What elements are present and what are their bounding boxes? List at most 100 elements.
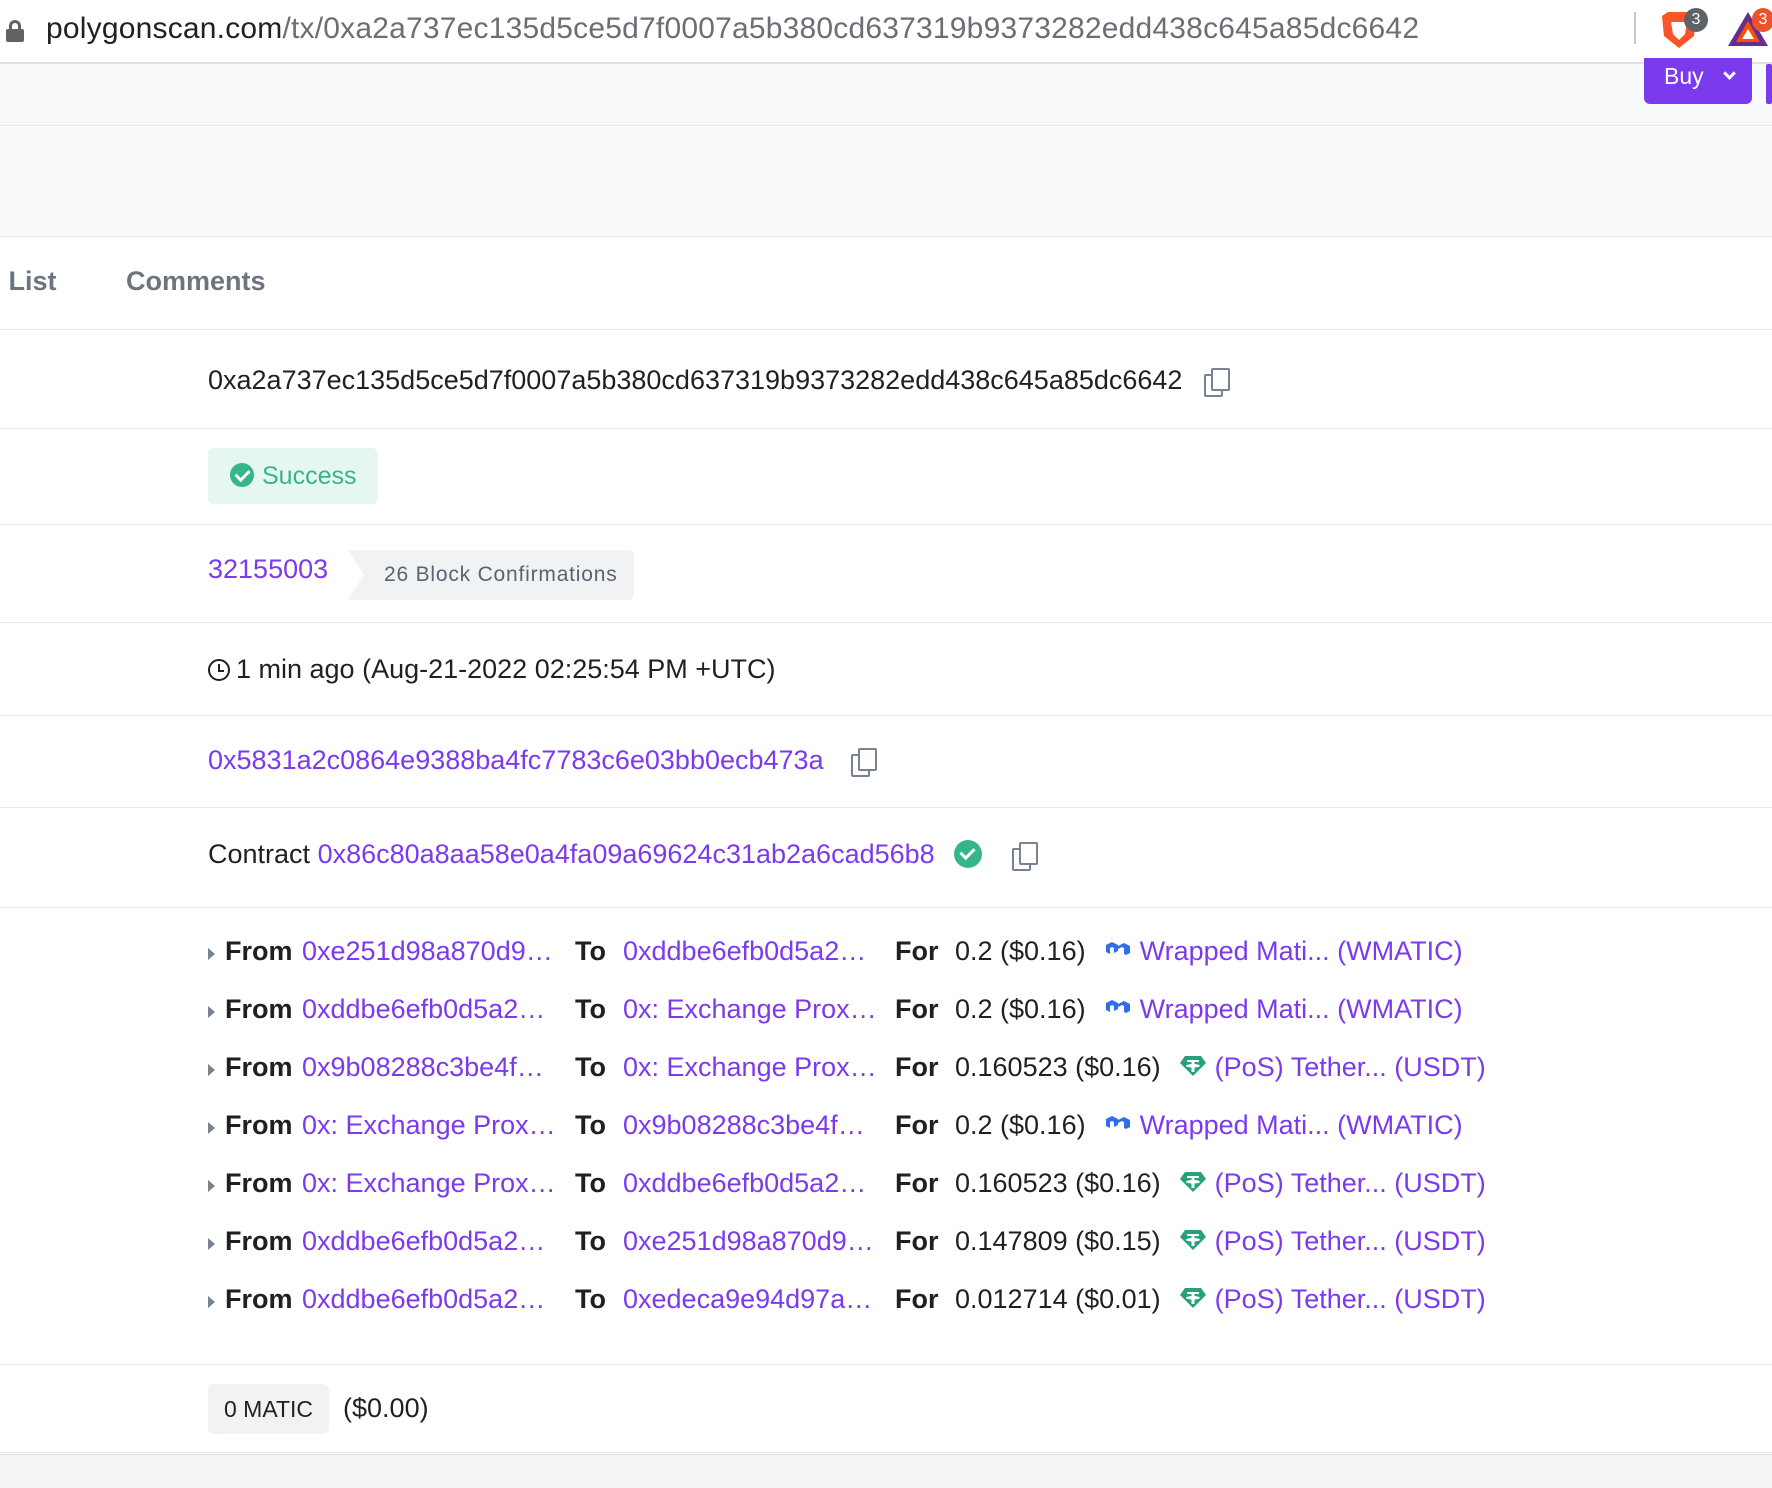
- transfer-amount-group: 0.2 ($0.16) Wrapped Mati... (WMATIC): [955, 1110, 1463, 1141]
- transfer-from-label: From: [225, 1052, 293, 1082]
- caret-right-icon[interactable]: [208, 948, 215, 960]
- caret-right-icon[interactable]: [208, 1238, 215, 1250]
- polygon-icon: [1104, 995, 1132, 1017]
- caret-right-icon[interactable]: [208, 1180, 215, 1192]
- transfer-for-label: For: [895, 1052, 939, 1082]
- timestamp-text: 1 min ago (Aug-21-2022 02:25:54 PM +UTC): [236, 654, 776, 684]
- status-text: Success: [262, 462, 357, 490]
- transfer-amount-group: 0.160523 ($0.16) (PoS) Tether... (USDT): [955, 1052, 1486, 1083]
- transfer-from-link[interactable]: 0x9b08288c3be4f…: [302, 1052, 544, 1083]
- transfer-token-link[interactable]: (PoS) Tether... (USDT): [1215, 1052, 1486, 1082]
- transfer-to-link[interactable]: 0xddbe6efb0d5a2…: [623, 1168, 866, 1199]
- transfer-amount: 0.160523 ($0.16): [955, 1052, 1161, 1082]
- value-row: 0 MATIC ($0.00): [0, 1366, 1772, 1453]
- site-header: [0, 64, 1772, 126]
- copy-icon[interactable]: [851, 747, 878, 777]
- contract-prefix: Contract: [208, 839, 311, 869]
- transfer-to-link[interactable]: 0x: Exchange Prox…: [623, 994, 877, 1025]
- transfer-from-label: From: [225, 936, 293, 966]
- transfer-amount-group: 0.2 ($0.16) Wrapped Mati... (WMATIC): [955, 936, 1463, 967]
- transfer-to-link[interactable]: 0x9b08288c3be4f…: [623, 1110, 865, 1141]
- contract-address-link[interactable]: 0x86c80a8aa58e0a4fa09a69624c31ab2a6cad56…: [318, 839, 935, 869]
- toolbar-divider: [1634, 12, 1636, 44]
- transfer-to-link[interactable]: 0x: Exchange Prox…: [623, 1052, 877, 1083]
- next-section: [0, 1454, 1772, 1488]
- transfer-token-link[interactable]: (PoS) Tether... (USDT): [1215, 1284, 1486, 1314]
- transfer-for-label: For: [895, 1110, 939, 1140]
- tx-hash: 0xa2a737ec135d5ce5d7f0007a5b380cd637319b…: [208, 365, 1183, 395]
- tether-icon: [1179, 1053, 1207, 1076]
- transfer-amount-group: 0.147809 ($0.15) (PoS) Tether... (USDT): [955, 1226, 1486, 1257]
- transfer-from-label: From: [225, 1284, 293, 1314]
- block-row: 32155003 26 Block Confirmations: [0, 526, 1772, 623]
- transfer-amount-group: 0.160523 ($0.16) (PoS) Tether... (USDT): [955, 1168, 1486, 1199]
- value-badge: 0 MATIC: [208, 1384, 330, 1434]
- transfer-amount: 0.160523 ($0.16): [955, 1168, 1161, 1198]
- status-row: Success: [0, 430, 1772, 525]
- transfer-amount: 0.2 ($0.16): [955, 1110, 1086, 1140]
- status-badge: Success: [208, 448, 379, 504]
- transfer-amount-group: 0.2 ($0.16) Wrapped Mati... (WMATIC): [955, 994, 1463, 1025]
- tether-icon: [1179, 1285, 1207, 1308]
- brave-shield-count-badge: 3: [1684, 8, 1708, 32]
- transfer-from-link[interactable]: 0xddbe6efb0d5a2…: [302, 1226, 545, 1257]
- transfer-for-label: For: [895, 936, 939, 966]
- transfer-from-link[interactable]: 0xddbe6efb0d5a2…: [302, 1284, 545, 1315]
- url-field[interactable]: polygonscan.com/tx/0xa2a737ec135d5ce5d7f…: [46, 11, 1419, 47]
- transfer-for-label: For: [895, 1284, 939, 1314]
- transfer-amount: 0.2 ($0.16): [955, 994, 1086, 1024]
- transfer-from-label: From: [225, 1226, 293, 1256]
- transfer-to-label: To: [575, 1168, 606, 1198]
- transfer-to-link[interactable]: 0xedeca9e94d97a…: [623, 1284, 872, 1315]
- polygon-icon: [1104, 1111, 1132, 1133]
- buy-button[interactable]: Buy: [1644, 58, 1752, 104]
- buy-button-label: Buy: [1664, 63, 1704, 89]
- transfer-amount: 0.147809 ($0.15): [955, 1226, 1161, 1256]
- tether-icon: [1179, 1169, 1207, 1192]
- transfer-to-link[interactable]: 0xddbe6efb0d5a2…: [623, 936, 866, 967]
- tab-logs[interactable]: s List: [0, 266, 57, 297]
- tx-hash-value: 0xa2a737ec135d5ce5d7f0007a5b380cd637319b…: [208, 365, 1230, 397]
- tab-bar: s List Comments: [0, 238, 1772, 330]
- transfer-from-link[interactable]: 0x: Exchange Prox…: [302, 1168, 556, 1199]
- block-number-link[interactable]: 32155003: [208, 554, 328, 584]
- transfer-from-label: From: [225, 1168, 293, 1198]
- caret-right-icon[interactable]: [208, 1122, 215, 1134]
- transfer-token-link[interactable]: Wrapped Mati... (WMATIC): [1140, 936, 1463, 966]
- transfer-to-label: To: [575, 936, 606, 966]
- copy-icon[interactable]: [1203, 367, 1230, 397]
- transfer-amount: 0.2 ($0.16): [955, 936, 1086, 966]
- verified-contract-icon: [954, 840, 983, 868]
- block-confirmations-badge: 26 Block Confirmations: [348, 550, 634, 600]
- value-usd: ($0.00): [343, 1393, 429, 1423]
- tx-hash-row: 0xa2a737ec135d5ce5d7f0007a5b380cd637319b…: [0, 331, 1772, 429]
- caret-right-icon[interactable]: [208, 1064, 215, 1076]
- timestamp-row: 1 min ago (Aug-21-2022 02:25:54 PM +UTC): [0, 624, 1772, 716]
- transfer-to-label: To: [575, 1052, 606, 1082]
- polygon-icon: [1104, 937, 1132, 959]
- from-address-link[interactable]: 0x5831a2c0864e9388ba4fc7783c6e03bb0ecb47…: [208, 745, 824, 775]
- transfer-from-link[interactable]: 0xddbe6efb0d5a2…: [302, 994, 545, 1025]
- caret-right-icon[interactable]: [208, 1296, 215, 1308]
- transfer-token-link[interactable]: Wrapped Mati... (WMATIC): [1140, 994, 1463, 1024]
- browser-address-bar: polygonscan.com/tx/0xa2a737ec135d5ce5d7f…: [0, 0, 1772, 64]
- lock-icon[interactable]: [6, 20, 24, 42]
- page-title-area: [0, 127, 1772, 237]
- transfer-from-link[interactable]: 0xe251d98a870d9…: [302, 936, 553, 967]
- transfer-from-link[interactable]: 0x: Exchange Prox…: [302, 1110, 556, 1141]
- transfer-token-link[interactable]: (PoS) Tether... (USDT): [1215, 1168, 1486, 1198]
- transfer-to-label: To: [575, 1284, 606, 1314]
- copy-icon[interactable]: [1011, 841, 1038, 871]
- url-host: polygonscan.com: [46, 12, 283, 45]
- tab-comments[interactable]: Comments: [126, 266, 266, 297]
- header-edge-button[interactable]: [1766, 64, 1772, 104]
- transfer-token-link[interactable]: Wrapped Mati... (WMATIC): [1140, 1110, 1463, 1140]
- brave-rewards-badge: 3: [1752, 8, 1772, 32]
- check-circle-icon: [230, 463, 254, 487]
- transfer-to-label: To: [575, 994, 606, 1024]
- transfer-to-label: To: [575, 1110, 606, 1140]
- transfer-to-link[interactable]: 0xe251d98a870d9…: [623, 1226, 874, 1257]
- transfer-token-link[interactable]: (PoS) Tether... (USDT): [1215, 1226, 1486, 1256]
- clock-icon: [208, 659, 230, 681]
- caret-right-icon[interactable]: [208, 1006, 215, 1018]
